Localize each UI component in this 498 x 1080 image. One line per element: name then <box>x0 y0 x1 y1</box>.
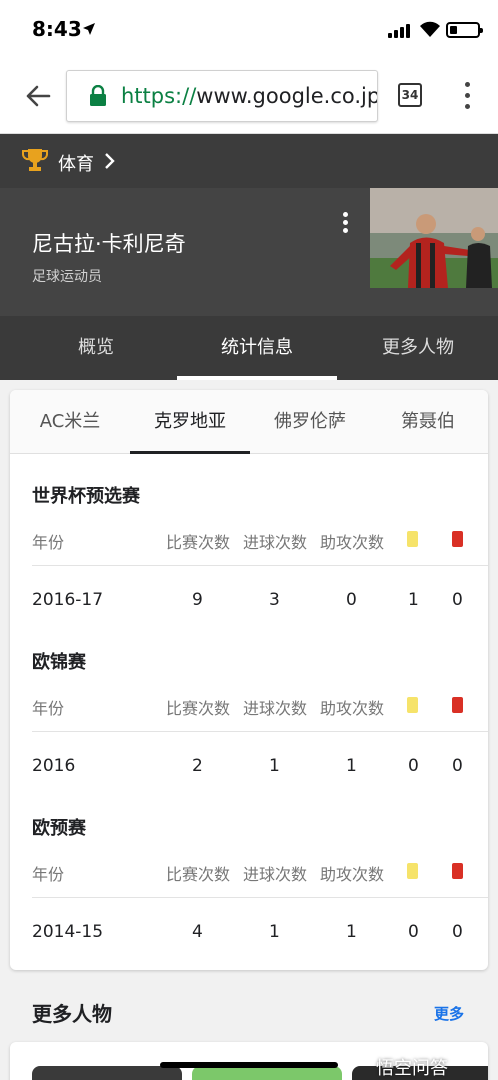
watermark: 悟空问答 <box>376 1058 448 1079</box>
sports-breadcrumb[interactable]: 体育 <box>0 134 498 188</box>
active-team-indicator <box>130 451 250 454</box>
cell-assists: 0 <box>346 590 357 610</box>
team-tab-croatia[interactable]: 克罗地亚 <box>130 390 250 454</box>
tab-more-people[interactable]: 更多人物 <box>338 316 498 380</box>
tab-switcher-button[interactable]: 34 <box>398 83 422 107</box>
person-thumbnail[interactable] <box>32 1066 182 1080</box>
yellow-card-icon <box>407 697 418 713</box>
row-divider <box>32 897 488 898</box>
address-bar[interactable]: https://www.google.co.jp/ <box>66 70 378 122</box>
col-matches: 比赛次数 <box>166 865 231 884</box>
wifi-icon <box>419 20 441 42</box>
team-tab-dnipro[interactable]: 第聂伯 <box>368 390 488 454</box>
col-assists: 助攻次数 <box>320 533 385 552</box>
cell-yellow: 0 <box>408 922 419 942</box>
player-header: 尼古拉·卡利尼奇 足球运动员 <box>0 188 498 316</box>
cell-red: 0 <box>452 590 463 610</box>
status-bar: 8:43 <box>0 0 498 58</box>
cell-goals: 1 <box>269 922 280 942</box>
section-title: 欧锦赛 <box>32 652 86 673</box>
yellow-card-icon <box>407 863 418 879</box>
stats-card: AC米兰 克罗地亚 佛罗伦萨 第聂伯 世界杯预选赛 年份 比赛次数 进球次数 助… <box>10 390 488 970</box>
section-tabs: 概览 统计信息 更多人物 <box>0 316 498 380</box>
browser-menu-icon[interactable] <box>464 82 472 110</box>
player-subtitle: 足球运动员 <box>32 269 102 285</box>
row-divider <box>32 565 488 566</box>
more-link[interactable]: 更多 <box>434 1003 464 1024</box>
row-divider <box>32 731 488 732</box>
lock-icon <box>89 84 107 111</box>
cell-year: 2016-17 <box>32 590 104 610</box>
cell-red: 0 <box>452 756 463 776</box>
cell-yellow: 1 <box>408 590 419 610</box>
cell-goals: 1 <box>269 756 280 776</box>
location-arrow-icon <box>82 21 96 40</box>
col-year: 年份 <box>32 865 65 884</box>
cell-goals: 3 <box>269 590 280 610</box>
battery-icon <box>446 22 483 38</box>
section-title: 欧预赛 <box>32 818 86 839</box>
tab-overview[interactable]: 概览 <box>16 316 176 380</box>
chevron-right-icon <box>104 152 116 174</box>
back-arrow-icon[interactable] <box>24 82 52 110</box>
red-card-icon <box>452 531 463 547</box>
more-options-icon[interactable] <box>343 212 349 233</box>
cell-matches: 2 <box>192 756 203 776</box>
col-matches: 比赛次数 <box>166 533 231 552</box>
tab-stats[interactable]: 统计信息 <box>177 316 337 380</box>
col-matches: 比赛次数 <box>166 699 231 718</box>
red-card-icon <box>452 863 463 879</box>
col-assists: 助攻次数 <box>320 865 385 884</box>
person-thumbnail[interactable] <box>192 1066 342 1080</box>
status-time: 8:43 <box>32 17 82 41</box>
url-scheme: https:// <box>121 84 197 108</box>
col-year: 年份 <box>32 533 65 552</box>
col-goals: 进球次数 <box>243 865 308 884</box>
cell-matches: 9 <box>192 590 203 610</box>
sports-label: 体育 <box>58 154 94 175</box>
cell-matches: 4 <box>192 922 203 942</box>
browser-toolbar: https://www.google.co.jp/ 34 <box>0 58 498 134</box>
url-text: https://www.google.co.jp/ <box>121 84 378 108</box>
team-tabs: AC米兰 克罗地亚 佛罗伦萨 第聂伯 <box>10 390 488 454</box>
col-goals: 进球次数 <box>243 533 308 552</box>
red-card-icon <box>452 697 463 713</box>
cell-year: 2016 <box>32 756 76 776</box>
col-assists: 助攻次数 <box>320 699 385 718</box>
player-name: 尼古拉·卡利尼奇 <box>32 232 186 256</box>
cell-red: 0 <box>452 922 463 942</box>
cell-yellow: 0 <box>408 756 419 776</box>
col-goals: 进球次数 <box>243 699 308 718</box>
more-people-title: 更多人物 <box>32 1002 112 1026</box>
trophy-icon <box>22 148 48 176</box>
cell-assists: 1 <box>346 756 357 776</box>
team-tab-ac-milan[interactable]: AC米兰 <box>10 390 130 454</box>
url-host: www.google.co.jp/ <box>196 84 378 108</box>
section-title: 世界杯预选赛 <box>32 486 140 507</box>
cell-assists: 1 <box>346 922 357 942</box>
team-tab-fiorentina[interactable]: 佛罗伦萨 <box>250 390 370 454</box>
cellular-signal-icon <box>388 24 414 38</box>
cell-year: 2014-15 <box>32 922 104 942</box>
active-tab-indicator <box>177 376 337 380</box>
yellow-card-icon <box>407 531 418 547</box>
home-indicator <box>160 1062 338 1068</box>
player-photo[interactable] <box>370 188 498 288</box>
col-year: 年份 <box>32 699 65 718</box>
